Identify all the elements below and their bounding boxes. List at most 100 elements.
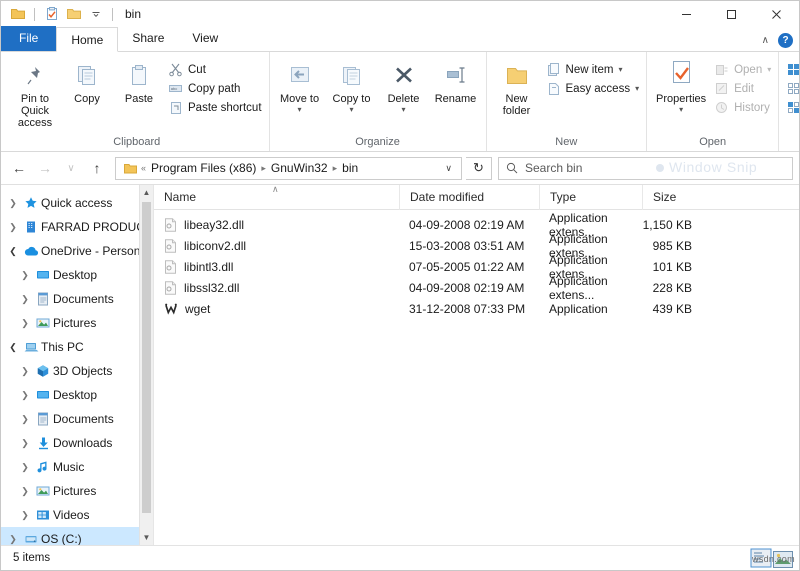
new-item-caret-icon[interactable]: ▾ bbox=[618, 65, 622, 74]
sidebar-item-onedrive-pictures[interactable]: ❯ Pictures bbox=[1, 311, 153, 335]
column-header-size[interactable]: Size bbox=[642, 184, 712, 210]
breadcrumb-item-1[interactable]: GnuWin32 bbox=[267, 158, 332, 179]
maximize-button[interactable] bbox=[709, 1, 754, 27]
properties-button[interactable]: Properties ▾ bbox=[651, 57, 711, 114]
new-item-button[interactable]: New item ▾ bbox=[543, 60, 643, 79]
paste-shortcut-button[interactable]: Paste shortcut bbox=[165, 98, 265, 117]
open-button[interactable]: Open ▾ bbox=[711, 60, 774, 79]
sidebar-item-music[interactable]: ❯ Music bbox=[1, 455, 153, 479]
sidebar-item-videos[interactable]: ❯ Videos bbox=[1, 503, 153, 527]
collapse-ribbon-icon[interactable]: ∧ bbox=[762, 35, 769, 46]
file-name-cell[interactable]: wget bbox=[154, 302, 399, 316]
sidebar-item-quick-access[interactable]: ❯ Quick access bbox=[1, 191, 153, 215]
up-button[interactable]: ↑ bbox=[85, 156, 109, 180]
twisty-collapsed-icon[interactable]: ❯ bbox=[17, 390, 33, 401]
history-button[interactable]: History bbox=[711, 98, 774, 117]
sidebar-item-farrad-production[interactable]: ❯ FARRAD PRODUCTION bbox=[1, 215, 153, 239]
table-row[interactable]: libssl32.dll 04-09-2008 02:19 AM Applica… bbox=[154, 274, 799, 302]
address-dropdown-icon[interactable]: ∨ bbox=[438, 163, 459, 174]
move-to-button[interactable]: Move to ▾ bbox=[274, 57, 326, 114]
scroll-up-icon[interactable]: ▲ bbox=[140, 185, 153, 200]
minimize-button[interactable] bbox=[664, 1, 709, 27]
table-row[interactable]: libeay32.dll 04-09-2008 02:19 AM Applica… bbox=[154, 211, 799, 239]
table-row[interactable]: libintl3.dll 07-05-2005 01:22 AM Applica… bbox=[154, 253, 799, 281]
copy-to-button[interactable]: Copy to ▾ bbox=[326, 57, 378, 114]
sidebar-item-onedrive-desktop[interactable]: ❯ Desktop bbox=[1, 263, 153, 287]
scrollbar-thumb[interactable] bbox=[142, 202, 151, 513]
sidebar-item-onedrive-personal[interactable]: ❮ OneDrive - Personal bbox=[1, 239, 153, 263]
sidebar-item-this-pc[interactable]: ❮ This PC bbox=[1, 335, 153, 359]
scroll-down-icon[interactable]: ▼ bbox=[140, 530, 153, 545]
properties-caret-icon[interactable]: ▾ bbox=[679, 105, 683, 114]
select-none-button[interactable]: Select none bbox=[783, 79, 800, 98]
twisty-collapsed-icon[interactable]: ❯ bbox=[17, 270, 33, 281]
search-box[interactable]: Search bin bbox=[498, 156, 793, 180]
sidebar-item-os-c[interactable]: ❯ OS (C:) bbox=[1, 527, 153, 545]
folder-icon[interactable] bbox=[9, 6, 26, 23]
twisty-collapsed-icon[interactable]: ❯ bbox=[17, 510, 33, 521]
chevron-down-icon[interactable] bbox=[87, 6, 104, 23]
twisty-collapsed-icon[interactable]: ❯ bbox=[17, 486, 33, 497]
column-header-type[interactable]: Type bbox=[539, 184, 642, 210]
twisty-collapsed-icon[interactable]: ❯ bbox=[17, 366, 33, 377]
file-name-cell[interactable]: libintl3.dll bbox=[154, 260, 399, 274]
breadcrumb-item-2[interactable]: bin bbox=[338, 158, 362, 179]
twisty-expanded-icon[interactable]: ❮ bbox=[5, 342, 21, 353]
copy-to-caret-icon[interactable]: ▾ bbox=[350, 105, 354, 114]
delete-button[interactable]: Delete ▾ bbox=[378, 57, 430, 114]
paste-button[interactable]: Paste bbox=[113, 57, 165, 105]
sidebar-item-downloads[interactable]: ❯ Downloads bbox=[1, 431, 153, 455]
help-icon[interactable]: ? bbox=[778, 33, 793, 48]
file-name-cell[interactable]: libeay32.dll bbox=[154, 218, 399, 232]
copy-button[interactable]: Copy bbox=[61, 57, 113, 105]
forward-button[interactable]: → bbox=[33, 156, 57, 180]
column-header-date-modified[interactable]: Date modified bbox=[399, 184, 539, 210]
navigation-scrollbar[interactable]: ▲ ▼ bbox=[139, 185, 153, 545]
twisty-collapsed-icon[interactable]: ❯ bbox=[17, 318, 33, 329]
tab-file[interactable]: File bbox=[1, 26, 57, 51]
tab-share[interactable]: Share bbox=[118, 26, 178, 51]
file-name-cell[interactable]: libiconv2.dll bbox=[154, 239, 399, 253]
easy-access-caret-icon[interactable]: ▾ bbox=[635, 84, 639, 93]
new-folder-icon[interactable] bbox=[65, 6, 82, 23]
copy-path-button[interactable]: abc Copy path bbox=[165, 79, 265, 98]
select-all-button[interactable]: Select all bbox=[783, 60, 800, 79]
tab-view[interactable]: View bbox=[178, 26, 232, 51]
table-row[interactable]: libiconv2.dll 15-03-2008 03:51 AM Applic… bbox=[154, 232, 799, 260]
easy-access-button[interactable]: Easy access ▾ bbox=[543, 79, 643, 98]
sidebar-item-documents[interactable]: ❯ Documents bbox=[1, 407, 153, 431]
open-caret-icon[interactable]: ▾ bbox=[767, 65, 771, 74]
recent-locations-button[interactable]: ∨ bbox=[59, 156, 83, 180]
twisty-collapsed-icon[interactable]: ❯ bbox=[17, 438, 33, 449]
search-input[interactable]: Search bin bbox=[525, 161, 582, 175]
back-button[interactable]: ← bbox=[7, 156, 31, 180]
sidebar-item-desktop[interactable]: ❯ Desktop bbox=[1, 383, 153, 407]
breadcrumb-item-0[interactable]: Program Files (x86) bbox=[147, 158, 260, 179]
cut-button[interactable]: Cut bbox=[165, 60, 265, 79]
twisty-collapsed-icon[interactable]: ❯ bbox=[17, 414, 33, 425]
table-row[interactable]: wget 31-12-2008 07:33 PM Application 439… bbox=[154, 298, 799, 319]
twisty-collapsed-icon[interactable]: ❯ bbox=[5, 198, 21, 209]
tab-home[interactable]: Home bbox=[56, 27, 119, 52]
sidebar-item-pictures[interactable]: ❯ Pictures bbox=[1, 479, 153, 503]
close-button[interactable] bbox=[754, 1, 799, 27]
move-to-caret-icon[interactable]: ▾ bbox=[298, 105, 302, 114]
twisty-collapsed-icon[interactable]: ❯ bbox=[5, 222, 21, 233]
delete-caret-icon[interactable]: ▾ bbox=[402, 105, 406, 114]
invert-selection-button[interactable]: Invert selection bbox=[783, 98, 800, 117]
breadcrumb[interactable]: « Program Files (x86) ▸ GnuWin32 ▸ bin ∨ bbox=[115, 156, 462, 180]
sidebar-item-onedrive-documents[interactable]: ❯ Documents bbox=[1, 287, 153, 311]
properties-icon[interactable] bbox=[43, 6, 60, 23]
twisty-expanded-icon[interactable]: ❮ bbox=[5, 246, 21, 257]
edit-button[interactable]: Edit bbox=[711, 79, 774, 98]
rename-button[interactable]: Rename bbox=[430, 57, 482, 105]
refresh-button[interactable]: ↻ bbox=[466, 156, 492, 180]
twisty-collapsed-icon[interactable]: ❯ bbox=[17, 294, 33, 305]
pin-to-quick-access-button[interactable]: Pin to Quick access bbox=[9, 57, 61, 129]
file-name-cell[interactable]: libssl32.dll bbox=[154, 281, 399, 295]
twisty-collapsed-icon[interactable]: ❯ bbox=[17, 462, 33, 473]
sidebar-item-3d-objects[interactable]: ❯ 3D Objects bbox=[1, 359, 153, 383]
new-folder-button[interactable]: New folder bbox=[491, 57, 543, 117]
breadcrumb-overflow[interactable]: « bbox=[140, 163, 147, 173]
twisty-collapsed-icon[interactable]: ❯ bbox=[5, 534, 21, 545]
